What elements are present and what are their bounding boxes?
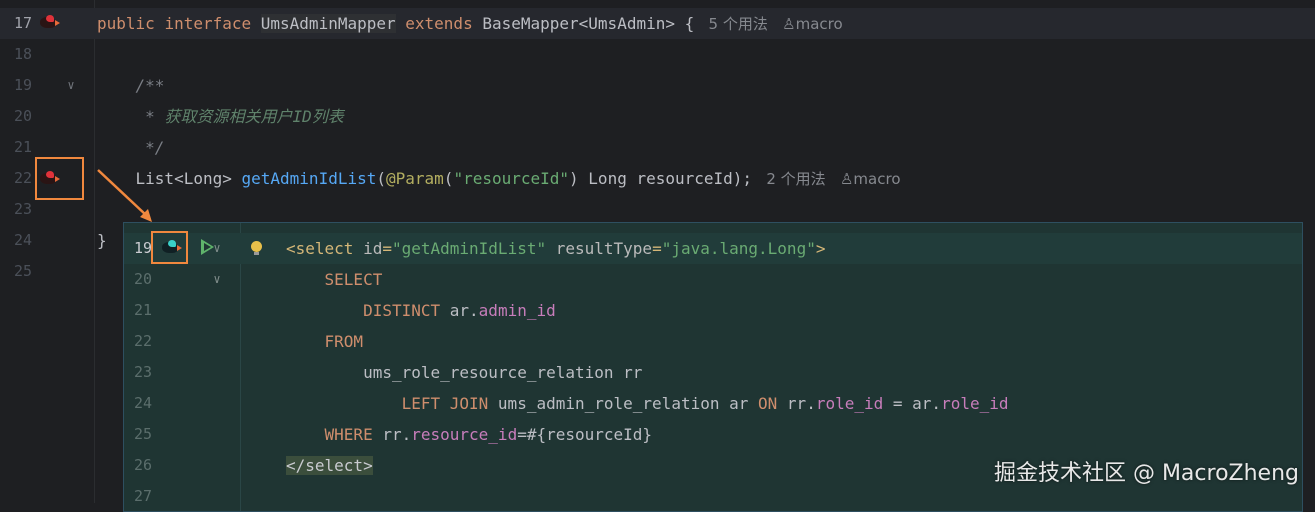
line-number: 23 [133,363,152,381]
watermark: 掘金技术社区 @ MacroZheng [993,461,1299,486]
line-number: 25 [133,425,152,443]
line-number: 20 [133,270,152,288]
popup-line: 20 SELECT [124,264,1302,295]
code-text: DISTINCT ar.admin_id [286,301,556,320]
popup-line: 24 LEFT JOIN ums_admin_role_relation ar … [124,388,1302,419]
line-number: 27 [133,487,152,505]
chevron-down-icon[interactable]: ∨ [210,264,224,295]
popup-line: 22 FROM [124,326,1302,357]
line-number: 26 [133,456,152,474]
code-text: <select id="getAdminIdList" resultType="… [286,239,826,258]
popup-line: 19 <select id="getAdminIdList" resultType… [124,233,1302,264]
line-number: 19 [133,239,152,257]
popup-line: 25 WHERE rr.resource_id=#{resourceId} [124,419,1302,450]
line-number: 22 [133,332,152,350]
lightbulb-icon[interactable] [251,241,262,255]
code-text: </select> [286,456,373,475]
line-number: 21 [133,301,152,319]
popup-line: 21 DISTINCT ar.admin_id [124,295,1302,326]
popup-gutter-highlight-box [151,231,188,264]
code-text: WHERE rr.resource_id=#{resourceId} [286,425,653,444]
code-text: SELECT [286,270,383,289]
chevron-down-icon[interactable]: ∨ [210,233,224,264]
popup-line: 23 ums_role_resource_relation rr [124,357,1302,388]
code-text: FROM [286,332,364,351]
code-text: LEFT JOIN ums_admin_role_relation ar ON … [286,394,1009,413]
code-text: ums_role_resource_relation rr [286,363,643,382]
line-number: 24 [133,394,152,412]
